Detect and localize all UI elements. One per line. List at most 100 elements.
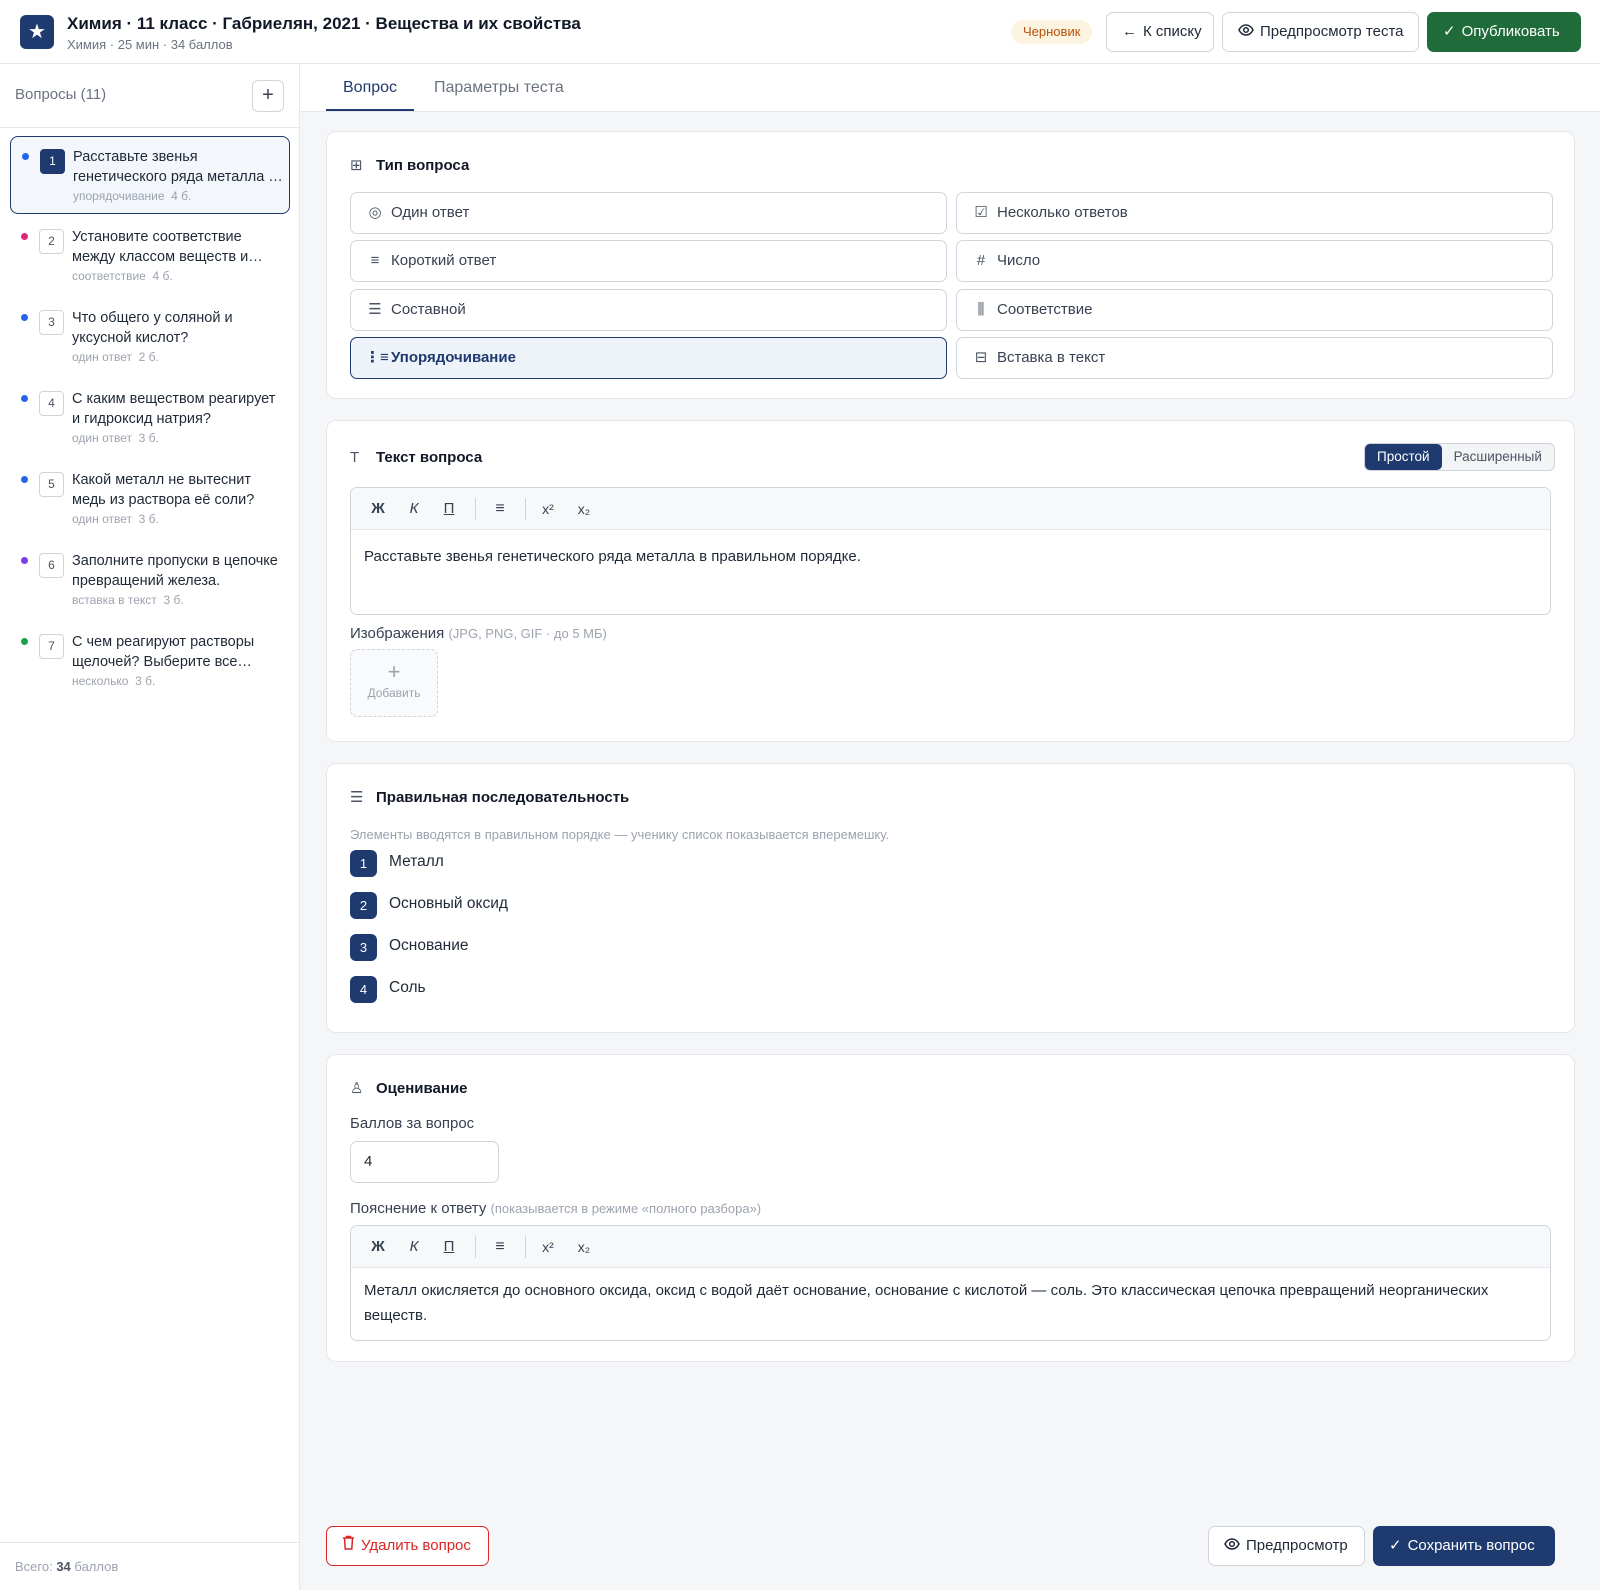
publish-button[interactable]: ✓ Опубликовать <box>1427 12 1581 52</box>
question-meta: несколько 3 б. <box>72 674 155 688</box>
list-button[interactable]: ≡ <box>487 1235 513 1259</box>
plus-icon: + <box>387 659 401 684</box>
question-number: 4 <box>39 391 64 416</box>
question-number: 6 <box>39 553 64 578</box>
type-compound-button[interactable]: ☰ Составной <box>350 289 947 331</box>
publish-label: Опубликовать <box>1461 23 1560 40</box>
question-type-heading: ⊞ Тип вопроса <box>350 156 469 174</box>
question-text-input[interactable]: Расставьте звенья генетического ряда мет… <box>351 530 1550 583</box>
question-type: упорядочивание <box>73 189 165 203</box>
sequence-number: 2 <box>350 892 377 919</box>
sequence-text: Металл <box>389 853 444 870</box>
toolbar-divider <box>475 498 476 520</box>
type-ordering-button[interactable]: ⋮≡ Упорядочивание <box>350 337 947 379</box>
total-points: Всего: 34 баллов <box>15 1559 118 1574</box>
question-list-item[interactable]: 4 С каким веществом реагирует и гидрокси… <box>10 379 290 457</box>
question-meta: соответствие 4 б. <box>72 269 173 283</box>
superscript-button[interactable]: x² <box>535 1235 561 1259</box>
question-list-item[interactable]: 5 Какой металл не вытеснит медь из раств… <box>10 460 290 538</box>
question-list-item[interactable]: 6 Заполните пропуски в цепочке превращен… <box>10 541 290 619</box>
question-list-item[interactable]: 1 Расставьте звенья генетического ряда м… <box>10 136 290 214</box>
text-insert-icon: ⊟ <box>974 349 988 366</box>
sequence-number: 3 <box>350 934 377 961</box>
check-icon: ✓ <box>1443 23 1456 40</box>
tab-test-params[interactable]: Параметры теста <box>417 64 581 111</box>
question-number: 5 <box>39 472 64 497</box>
type-matching-button[interactable]: ⫼ Соответствие <box>956 289 1553 331</box>
question-list-item[interactable]: 2 Установите соответствие между классом … <box>10 217 290 295</box>
italic-button[interactable]: К <box>401 1235 427 1259</box>
questions-sidebar: Вопросы (11) + 1 Расставьте звенья генет… <box>0 64 300 1590</box>
question-text-preview: Установите соответствие между классом ве… <box>72 229 249 265</box>
question-type-dot <box>21 476 28 483</box>
explanation-input[interactable]: Металл окисляется до основного оксида, о… <box>351 1268 1550 1340</box>
question-text-preview: С чем реагируют растворы щелочей? Выбери… <box>72 634 255 670</box>
question-type-dot <box>21 314 28 321</box>
question-points: 2 б. <box>138 350 159 364</box>
back-to-list-button[interactable]: ← К списку <box>1106 12 1214 52</box>
add-image-button[interactable]: + Добавить <box>350 649 438 717</box>
eye-icon <box>1224 1527 1240 1565</box>
superscript-button[interactable]: x² <box>535 497 561 521</box>
editor-tabs: Вопрос Параметры теста <box>300 64 1600 112</box>
sequence-title: Правильная последовательность <box>376 789 630 806</box>
sequence-number: 4 <box>350 976 377 1003</box>
question-type-dot <box>21 395 28 402</box>
save-question-button[interactable]: ✓ Сохранить вопрос <box>1373 1526 1555 1566</box>
underline-button[interactable]: П <box>436 1235 462 1259</box>
status-badge: Черновик <box>1011 20 1093 44</box>
total-prefix: Всего: <box>15 1559 53 1574</box>
list-icon: ☰ <box>350 789 364 806</box>
delete-question-button[interactable]: Удалить вопрос <box>326 1526 489 1566</box>
type-number-button[interactable]: # Число <box>956 240 1553 282</box>
question-number: 2 <box>39 229 64 254</box>
save-label: Сохранить вопрос <box>1407 1537 1535 1554</box>
question-type-card: ⊞ Тип вопроса ◎ Один ответ ☑ Несколько отве… <box>326 131 1575 399</box>
grid-icon: ⊞ <box>350 157 363 174</box>
arrow-left-icon: ← <box>1122 23 1137 40</box>
points-input[interactable]: 4 <box>350 1141 499 1183</box>
mode-simple-button[interactable]: Простой <box>1365 444 1442 470</box>
question-type-dot <box>21 638 28 645</box>
type-single-answer-button[interactable]: ◎ Один ответ <box>350 192 947 234</box>
bold-button[interactable]: Ж <box>365 1235 391 1259</box>
preview-question-button[interactable]: Предпросмотр <box>1208 1526 1365 1566</box>
mode-advanced-button[interactable]: Расширенный <box>1442 444 1554 470</box>
question-number: 1 <box>40 149 65 174</box>
radio-circle-icon: ◎ <box>368 204 382 221</box>
question-meta: вставка в текст 3 б. <box>72 593 184 607</box>
question-points: 3 б. <box>138 431 159 445</box>
list-button[interactable]: ≡ <box>487 497 513 521</box>
question-text-title: Текст вопроса <box>376 449 483 466</box>
type-option-label: Несколько ответов <box>997 204 1128 221</box>
preview-test-button[interactable]: Предпросмотр теста <box>1222 12 1419 52</box>
italic-button[interactable]: К <box>401 497 427 521</box>
question-text-preview: С каким веществом реагирует и гидроксид … <box>72 391 276 427</box>
bold-button[interactable]: Ж <box>365 497 391 521</box>
type-fill-in-text-button[interactable]: ⊟ Вставка в текст <box>956 337 1553 379</box>
question-meta: один ответ 3 б. <box>72 431 159 445</box>
question-list-item[interactable]: 7 С чем реагируют растворы щелочей? Выбе… <box>10 622 290 700</box>
type-short-answer-button[interactable]: ≡ Короткий ответ <box>350 240 947 282</box>
sequence-text: Соль <box>389 979 426 996</box>
add-question-button[interactable]: + <box>252 80 284 112</box>
type-multiple-answers-button[interactable]: ☑ Несколько ответов <box>956 192 1553 234</box>
type-option-label: Соответствие <box>997 301 1093 318</box>
question-points: 4 б. <box>171 189 192 203</box>
sequence-text: Основный оксид <box>389 895 508 912</box>
question-list-item[interactable]: 3 Что общего у соляной и уксусной кислот… <box>10 298 290 376</box>
type-option-label: Один ответ <box>391 204 470 221</box>
points-label: Баллов за вопрос <box>350 1115 475 1132</box>
subscript-button[interactable]: x₂ <box>571 497 597 521</box>
tab-question[interactable]: Вопрос <box>326 64 415 111</box>
questions-count-title: Вопросы (11) <box>15 86 107 103</box>
page-title: Химия · 11 класс · Габриелян, 2021 · Вещ… <box>67 14 581 33</box>
text-lines-icon: ≡ <box>370 252 380 269</box>
underline-button[interactable]: П <box>436 497 462 521</box>
question-type: один ответ <box>72 350 132 364</box>
sidebar-header: Вопросы (11) + <box>0 64 299 128</box>
subscript-button[interactable]: x₂ <box>571 1235 597 1259</box>
question-type-dot <box>21 233 28 240</box>
question-points: 3 б. <box>138 512 159 526</box>
question-type-title: Тип вопроса <box>376 157 470 174</box>
